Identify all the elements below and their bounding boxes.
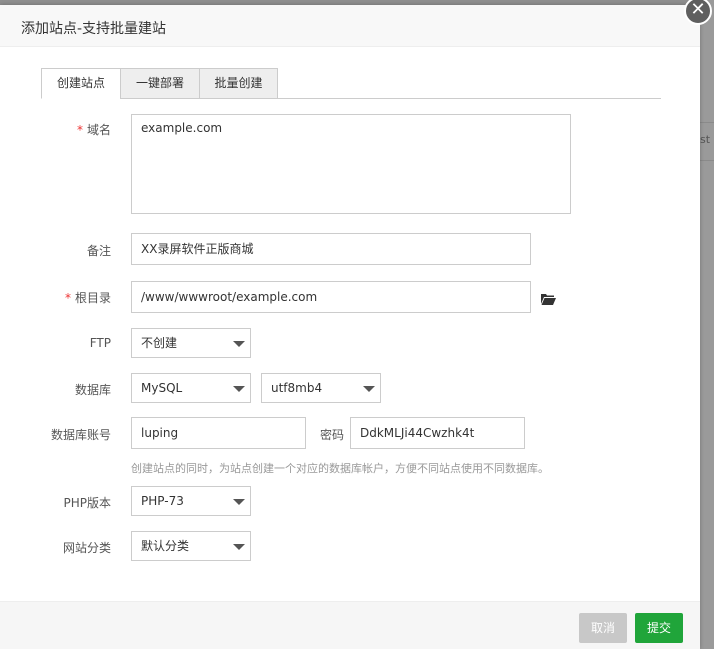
database-type-value: MySQL xyxy=(141,381,183,395)
php-version-label: PHP版本 xyxy=(63,496,112,510)
chevron-down-icon xyxy=(233,386,245,392)
db-account-label: 数据库账号 xyxy=(50,428,111,442)
chevron-down-icon xyxy=(233,544,245,550)
chevron-down-icon xyxy=(233,341,245,347)
add-site-dialog: 添加站点-支持批量建站 创建站点 一键部署 批量创建 * 域名 example.c… xyxy=(0,0,712,649)
required-mark: * xyxy=(76,123,83,137)
required-mark: * xyxy=(64,291,71,305)
tab-create-site[interactable]: 创建站点 xyxy=(41,68,121,99)
dialog-footer: 取消 提交 xyxy=(0,601,700,649)
database-charset-select[interactable]: utf8mb4 xyxy=(261,373,381,403)
ftp-select[interactable]: 不创建 xyxy=(131,328,251,358)
chevron-down-icon xyxy=(363,386,375,392)
php-version-value: PHP-73 xyxy=(141,494,184,508)
database-type-select[interactable]: MySQL xyxy=(131,373,251,403)
site-category-select[interactable]: 默认分类 xyxy=(131,531,251,561)
root-dir-label: * 根目录 xyxy=(21,289,111,306)
root-dir-input[interactable]: /www/wwwroot/example.com xyxy=(131,281,531,313)
background-divider xyxy=(700,160,714,161)
background-divider xyxy=(700,122,714,123)
db-password-input[interactable]: DdkMLJi44Cwzhk4t xyxy=(350,417,525,449)
ftp-selected-value: 不创建 xyxy=(141,336,178,350)
folder-open-icon[interactable] xyxy=(541,293,556,305)
ftp-label: FTP xyxy=(89,336,111,350)
tab-one-click-deploy[interactable]: 一键部署 xyxy=(120,68,200,99)
domain-label: * 域名 xyxy=(21,121,111,138)
remark-label: 备注 xyxy=(86,244,111,258)
submit-button[interactable]: 提交 xyxy=(635,613,683,643)
background-text-fragment: st xyxy=(700,133,711,146)
dialog-header: 添加站点-支持批量建站 xyxy=(0,5,700,47)
db-password-label: 密码 xyxy=(319,428,344,442)
domain-textarea[interactable]: example.com xyxy=(131,114,571,214)
site-category-label: 网站分类 xyxy=(62,541,111,555)
domain-value: example.com xyxy=(141,121,223,135)
db-hint-text: 创建站点的同时，为站点创建一个对应的数据库帐户，方便不同站点使用不同数据库。 xyxy=(131,462,549,475)
tab-bar: 创建站点 一键部署 批量创建 xyxy=(41,68,661,99)
database-charset-value: utf8mb4 xyxy=(271,381,323,395)
php-version-select[interactable]: PHP-73 xyxy=(131,486,251,516)
dialog-title: 添加站点-支持批量建站 xyxy=(21,21,167,37)
background-page: st xyxy=(700,0,714,649)
chevron-down-icon xyxy=(233,499,245,505)
site-category-value: 默认分类 xyxy=(141,539,190,553)
domain-label-text: 域名 xyxy=(86,123,111,137)
root-dir-label-text: 根目录 xyxy=(74,291,111,305)
remark-input[interactable]: XX录屏软件正版商城 xyxy=(131,233,531,265)
cancel-button[interactable]: 取消 xyxy=(579,613,627,643)
database-label: 数据库 xyxy=(74,383,111,397)
tab-batch-create[interactable]: 批量创建 xyxy=(199,68,278,99)
